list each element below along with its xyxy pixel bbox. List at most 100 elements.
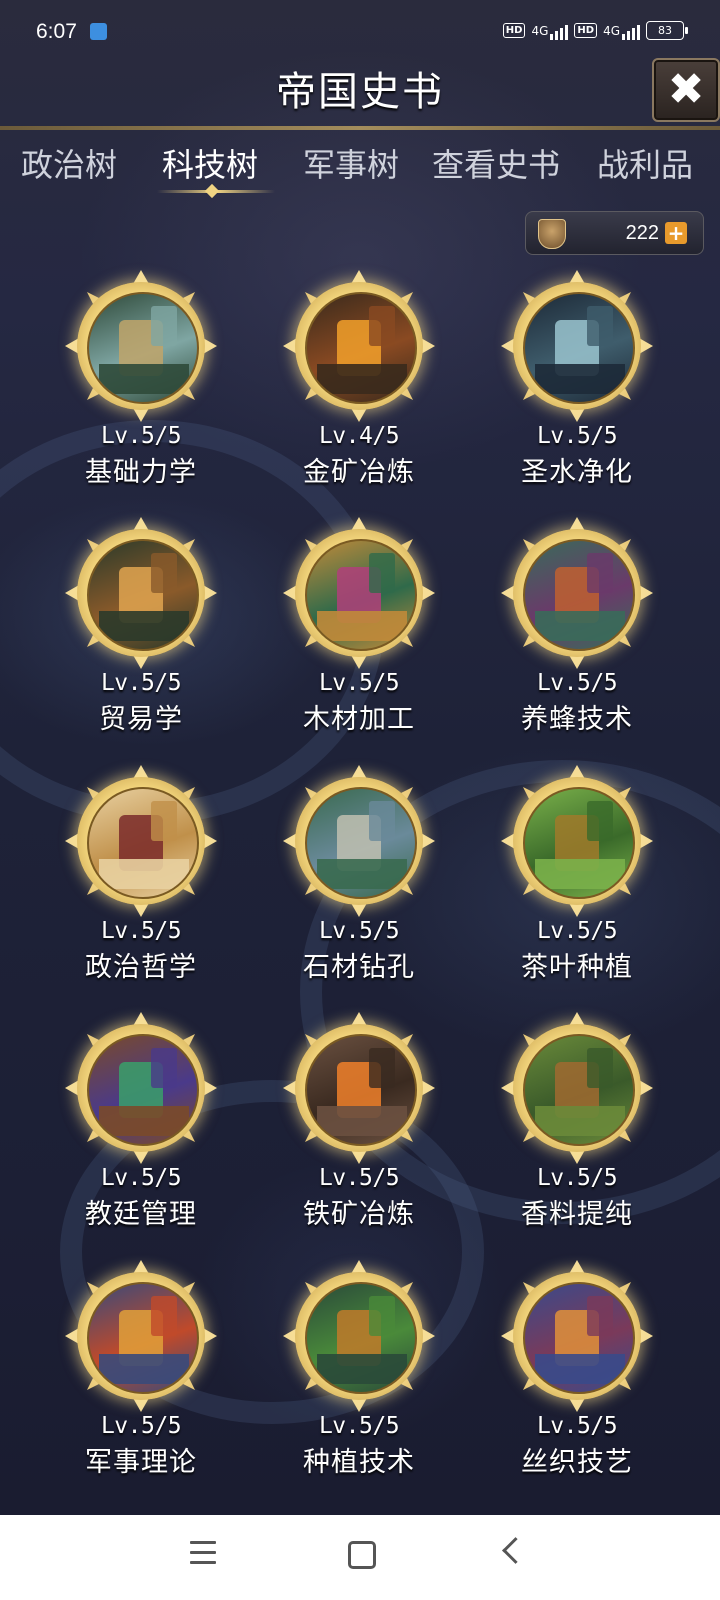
- tech-medal[interactable]: [65, 270, 217, 422]
- tech-level: Lv.5/5: [536, 1413, 618, 1439]
- home-square-icon[interactable]: [348, 1541, 376, 1569]
- close-x-icon: ✖: [667, 64, 705, 115]
- tech-artwork-icon: [523, 1282, 635, 1394]
- hd-badge: HD: [502, 23, 526, 38]
- tech-item[interactable]: Lv.5/5 军事理论: [31, 1260, 251, 1490]
- add-currency-button[interactable]: +: [665, 222, 687, 244]
- page-title: 帝国史书: [276, 69, 444, 115]
- tech-item[interactable]: Lv.5/5 石材钻孔: [249, 765, 469, 995]
- back-chevron-icon[interactable]: [502, 1537, 529, 1564]
- tech-level: Lv.5/5: [536, 423, 618, 449]
- signal-icon: [550, 22, 569, 40]
- tech-medal[interactable]: [65, 1012, 217, 1164]
- tech-artwork-icon: [87, 539, 199, 651]
- tech-item[interactable]: Lv.5/5 香料提纯: [467, 1012, 687, 1242]
- tech-level: Lv.5/5: [318, 918, 400, 944]
- tech-level: Lv.4/5: [318, 423, 400, 449]
- tab-trophies[interactable]: 战利品: [592, 140, 698, 190]
- tech-level: Lv.5/5: [100, 423, 182, 449]
- tech-artwork-icon: [87, 1034, 199, 1146]
- tech-medal[interactable]: [501, 765, 653, 917]
- tech-level: Lv.5/5: [318, 1165, 400, 1191]
- tech-level: Lv.5/5: [318, 1413, 400, 1439]
- tech-artwork-icon: [87, 292, 199, 404]
- currency-amount: 222: [625, 221, 659, 244]
- tech-artwork-icon: [87, 787, 199, 899]
- app-notification-icon: [90, 23, 107, 40]
- tech-name: 教廷管理: [85, 1199, 197, 1230]
- tech-level: Lv.5/5: [100, 918, 182, 944]
- tab-technology[interactable]: 科技树: [157, 140, 263, 190]
- tech-item[interactable]: Lv.5/5 基础力学: [31, 270, 251, 500]
- tab-history-book[interactable]: 查看史书: [425, 140, 567, 190]
- tech-item[interactable]: Lv.5/5 贸易学: [31, 517, 251, 747]
- system-nav-bar: [0, 1515, 720, 1600]
- tech-level: Lv.5/5: [318, 670, 400, 696]
- tech-medal[interactable]: [283, 517, 435, 669]
- tech-level: Lv.5/5: [536, 918, 618, 944]
- tech-item[interactable]: Lv.5/5 政治哲学: [31, 765, 251, 995]
- tech-level: Lv.5/5: [536, 1165, 618, 1191]
- tech-artwork-icon: [305, 787, 417, 899]
- tech-artwork-icon: [523, 787, 635, 899]
- network-label-2: 4G: [603, 23, 620, 38]
- tech-medal[interactable]: [501, 270, 653, 422]
- hd-badge-2: HD: [574, 23, 598, 38]
- tab-military[interactable]: 军事树: [298, 140, 404, 190]
- tech-item[interactable]: Lv.5/5 养蜂技术: [467, 517, 687, 747]
- tech-medal[interactable]: [283, 765, 435, 917]
- tech-item[interactable]: Lv.5/5 教廷管理: [31, 1012, 251, 1242]
- status-bar: 6:07 HD 4G HD 4G 83: [0, 0, 720, 62]
- tech-artwork-icon: [523, 1034, 635, 1146]
- tech-level: Lv.5/5: [536, 670, 618, 696]
- tech-name: 贸易学: [99, 704, 183, 735]
- tech-name: 基础力学: [85, 457, 197, 488]
- tech-artwork-icon: [305, 292, 417, 404]
- status-time: 6:07: [36, 20, 77, 43]
- tech-medal[interactable]: [501, 517, 653, 669]
- tech-medal[interactable]: [501, 1012, 653, 1164]
- tech-level: Lv.5/5: [100, 1165, 182, 1191]
- tech-medal[interactable]: [283, 270, 435, 422]
- tech-medal[interactable]: [283, 1012, 435, 1164]
- header-bar: 帝国史书: [0, 62, 720, 126]
- tab-bar: 政治树 科技树 军事树 查看史书 战利品: [0, 140, 720, 204]
- tech-name: 铁矿冶炼: [303, 1199, 415, 1230]
- tech-medal[interactable]: [65, 765, 217, 917]
- tech-item[interactable]: Lv.5/5 茶叶种植: [467, 765, 687, 995]
- tech-item[interactable]: Lv.5/5 圣水净化: [467, 270, 687, 500]
- tech-item[interactable]: Lv.5/5 铁矿冶炼: [249, 1012, 469, 1242]
- tech-name: 政治哲学: [85, 952, 197, 983]
- tech-name: 种植技术: [303, 1447, 415, 1478]
- battery-icon: 83: [646, 21, 688, 40]
- tech-name: 军事理论: [85, 1447, 197, 1478]
- tech-item[interactable]: Lv.5/5 木材加工: [249, 517, 469, 747]
- tech-name: 香料提纯: [521, 1199, 633, 1230]
- tech-medal[interactable]: [283, 1260, 435, 1412]
- tech-artwork-icon: [523, 539, 635, 651]
- tech-name: 圣水净化: [521, 457, 633, 488]
- close-button[interactable]: ✖: [652, 58, 720, 122]
- network-label: 4G: [531, 23, 549, 38]
- tech-name: 木材加工: [303, 704, 415, 735]
- header-divider: [0, 126, 720, 130]
- tech-medal[interactable]: [65, 1260, 217, 1412]
- tech-artwork-icon: [305, 1282, 417, 1394]
- tech-level: Lv.5/5: [100, 1413, 182, 1439]
- currency-counter: 222 +: [525, 211, 704, 255]
- tech-name: 丝织技艺: [521, 1447, 633, 1478]
- tech-name: 养蜂技术: [521, 704, 633, 735]
- tech-item[interactable]: Lv.5/5 种植技术: [249, 1260, 469, 1490]
- tab-politics[interactable]: 政治树: [16, 140, 122, 190]
- tech-name: 金矿冶炼: [303, 457, 415, 488]
- tech-name: 茶叶种植: [521, 952, 633, 983]
- tech-item[interactable]: Lv.4/5 金矿冶炼: [249, 270, 469, 500]
- tech-artwork-icon: [523, 292, 635, 404]
- tech-medal[interactable]: [65, 517, 217, 669]
- tech-item[interactable]: Lv.5/5 丝织技艺: [467, 1260, 687, 1490]
- tech-medal[interactable]: [501, 1260, 653, 1412]
- tech-artwork-icon: [305, 539, 417, 651]
- menu-icon[interactable]: [190, 1541, 216, 1571]
- emblem-icon: [530, 213, 570, 253]
- tech-level: Lv.5/5: [100, 670, 182, 696]
